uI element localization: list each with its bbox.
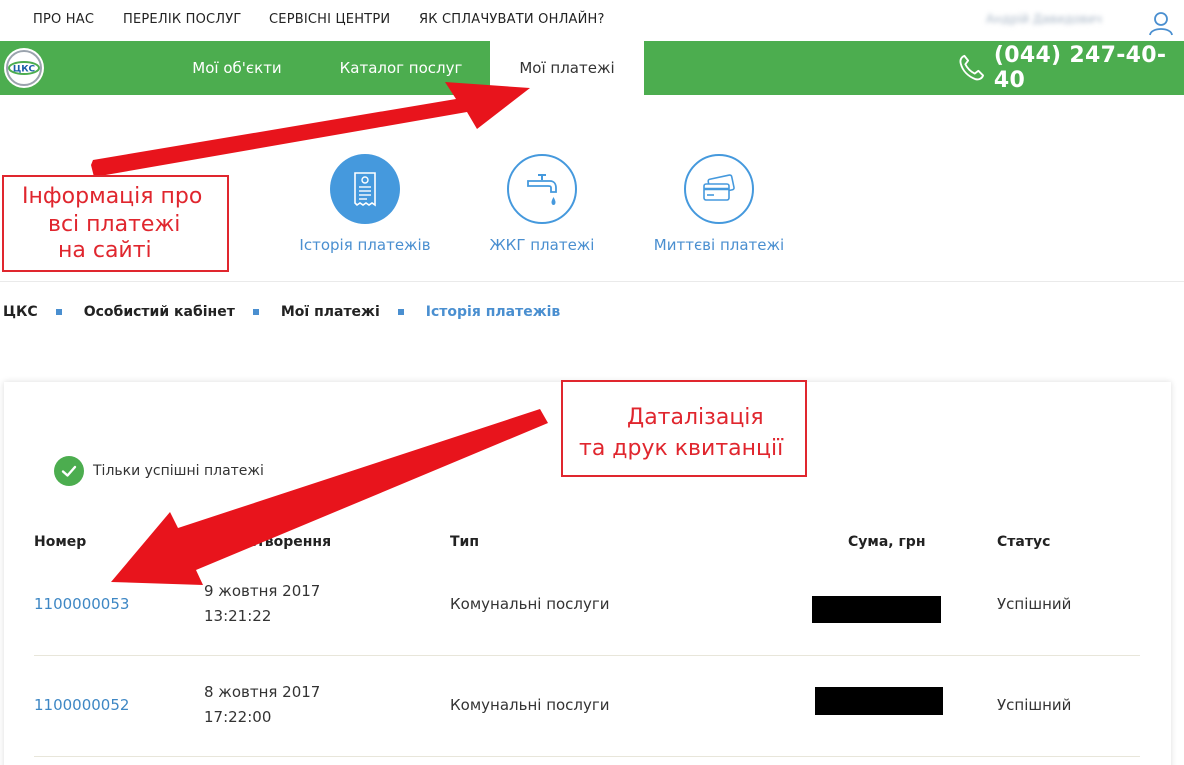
subnav-instant-label: Миттєві платежі	[653, 236, 785, 254]
breadcrumb-home[interactable]: ЦКС	[3, 304, 38, 320]
logo-icon[interactable]: ЦКС	[3, 47, 45, 89]
col-header-status: Статус	[997, 534, 1051, 550]
breadcrumb-cabinet[interactable]: Особистий кабінет	[84, 304, 235, 320]
top-link-service-centers[interactable]: СЕРВІСНІ ЦЕНТРИ	[269, 12, 390, 27]
top-link-how-to-pay[interactable]: ЯК СПЛАЧУВАТИ ОНЛАЙН?	[419, 12, 605, 27]
nav-service-catalog[interactable]: Каталог послуг	[326, 41, 476, 95]
annotation-line: Інформація про	[22, 184, 203, 209]
subnav-history-label: Історія платежів	[299, 236, 431, 254]
subnav-instant[interactable]: Миттєві платежі	[648, 154, 790, 254]
nav-my-payments[interactable]: Мої платежі	[490, 41, 644, 95]
row-1-date: 9 жовтня 2017	[204, 582, 321, 600]
annotation-line: Даталізація	[627, 405, 764, 430]
logo-text: ЦКС	[13, 65, 36, 75]
filter-check-icon[interactable]	[54, 456, 84, 486]
row-2-amount-redacted	[815, 687, 943, 715]
breadcrumb-separator	[252, 309, 259, 315]
subnav-history-circle	[330, 154, 400, 224]
subnav-utilities-circle	[507, 154, 577, 224]
annotation-line: на сайті	[58, 238, 152, 263]
phone-number: (044) 247-40-40	[993, 43, 1167, 93]
row-2-time: 17:22:00	[204, 708, 272, 726]
receipt-icon	[354, 172, 376, 207]
row-1-type: Комунальні послуги	[450, 595, 610, 613]
row-2-date: 8 жовтня 2017	[204, 683, 321, 701]
subnav-history[interactable]: Історія платежів	[298, 154, 432, 254]
subnav-instant-circle	[684, 154, 754, 224]
cards-icon	[703, 174, 735, 201]
top-bar: ПРО НАС ПЕРЕЛІК ПОСЛУГ СЕРВІСНІ ЦЕНТРИ Я…	[0, 0, 1184, 41]
row-1-number-link[interactable]: 1100000053	[34, 592, 129, 616]
annotation-box-payments-info: Інформація про всі платежі на сайті	[2, 175, 229, 272]
annotation-line: всі платежі	[48, 212, 181, 237]
breadcrumb-separator	[397, 309, 404, 315]
row-2-number-link[interactable]: 1100000052	[34, 693, 129, 717]
row-1-amount-redacted	[812, 596, 941, 623]
nav-my-objects[interactable]: Мої об'єкти	[172, 41, 302, 95]
row-2-status: Успішний	[997, 696, 1072, 714]
col-header-number: Номер	[34, 534, 87, 550]
user-icon[interactable]	[1148, 10, 1174, 36]
row-2-type: Комунальні послуги	[450, 696, 610, 714]
top-link-services[interactable]: ПЕРЕЛІК ПОСЛУГ	[123, 12, 242, 27]
phone-block[interactable]: (044) 247-40-40	[956, 41, 1184, 95]
faucet-icon	[527, 174, 557, 205]
user-name[interactable]: Андрій Давидович	[986, 12, 1102, 26]
row-1-time: 13:21:22	[204, 607, 272, 625]
breadcrumb-payments[interactable]: Мої платежі	[281, 304, 380, 320]
col-header-amount: Сума, грн	[848, 534, 926, 550]
breadcrumb-separator	[55, 309, 62, 315]
phone-icon	[959, 54, 985, 81]
row-divider	[34, 655, 1140, 656]
col-header-date: Дата створення	[204, 534, 332, 550]
main-nav: ЦКС Мої об'єкти Каталог послуг Мої плате…	[0, 41, 1184, 95]
col-header-type: Тип	[450, 534, 480, 550]
subnav-utilities[interactable]: ЖКГ платежі	[488, 154, 596, 254]
row-1-status: Успішний	[997, 595, 1072, 613]
filter-label: Тільки успішні платежі	[93, 463, 264, 479]
breadcrumb-current: Історія платежів	[425, 304, 561, 320]
successful-only-filter[interactable]: Тільки успішні платежі	[54, 456, 264, 486]
subnav-utilities-label: ЖКГ платежі	[489, 236, 595, 254]
annotation-line: та друк квитанції	[579, 436, 784, 461]
breadcrumb: ЦКС Особистий кабінет Мої платежі Історі…	[3, 302, 560, 322]
top-link-about[interactable]: ПРО НАС	[33, 12, 94, 27]
annotation-box-receipt-details: Даталізація та друк квитанції	[561, 380, 807, 477]
row-divider	[34, 756, 1140, 757]
